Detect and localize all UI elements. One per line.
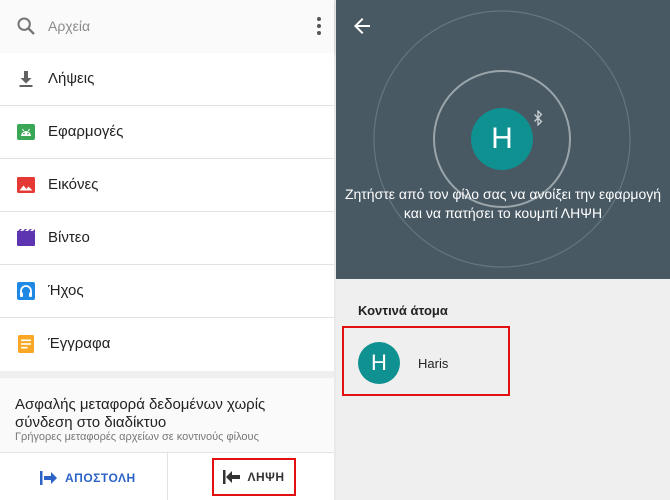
- nearby-people-title: Κοντινά άτομα: [358, 303, 448, 318]
- search-placeholder[interactable]: Αρχεία: [48, 18, 90, 34]
- document-icon: [18, 335, 34, 353]
- receive-button[interactable]: ΛΗΨΗ: [212, 458, 296, 496]
- bluetooth-icon: [534, 110, 543, 126]
- back-arrow-icon[interactable]: [352, 16, 372, 36]
- category-list: Λήψεις Εφαρμογές Εικόνες Βίντεο Ήχος Έγγ…: [0, 53, 334, 371]
- send-label: ΑΠΟΣΤΟΛΗ: [65, 471, 136, 485]
- send-button[interactable]: ΑΠΟΣΤΟΛΗ: [40, 469, 136, 487]
- category-label: Εικόνες: [48, 176, 99, 193]
- category-label: Εφαρμογές: [48, 123, 124, 140]
- send-arrow-icon: [40, 471, 57, 485]
- divider: [167, 453, 168, 500]
- headphones-icon: [17, 282, 35, 300]
- receive-instructions: Ζητήστε από τον φίλο σας να ανοίξει την …: [344, 186, 662, 221]
- category-video[interactable]: Βίντεο: [0, 212, 334, 265]
- nearby-person-item[interactable]: H Haris: [342, 326, 510, 396]
- category-apps[interactable]: Εφαρμογές: [0, 106, 334, 159]
- category-label: Έγγραφα: [48, 335, 111, 352]
- category-images[interactable]: Εικόνες: [0, 159, 334, 212]
- search-bar[interactable]: Αρχεία: [0, 0, 334, 53]
- category-downloads[interactable]: Λήψεις: [0, 53, 334, 106]
- more-vert-icon[interactable]: [316, 16, 322, 36]
- receive-arrow-icon: [223, 470, 241, 484]
- category-audio[interactable]: Ήχος: [0, 265, 334, 318]
- files-panel: Αρχεία Λήψεις Εφαρμογές Εικόνες Βίντεο Ή…: [0, 0, 334, 500]
- offline-share-card: Ασφαλής μεταφορά δεδομένων χωρίς σύνδεση…: [0, 378, 334, 452]
- image-icon: [17, 177, 35, 193]
- android-icon: [17, 124, 35, 140]
- category-label: Λήψεις: [48, 70, 95, 87]
- receive-label: ΛΗΨΗ: [247, 470, 285, 484]
- receive-panel: H Ζητήστε από τον φίλο σας να ανοίξει τη…: [336, 0, 670, 500]
- my-avatar: H: [471, 108, 533, 170]
- promo-subtitle: Γρήγορες μεταφορές αρχείων σε κοντινούς …: [15, 431, 259, 443]
- promo-title: Ασφαλής μεταφορά δεδομένων χωρίς σύνδεση…: [15, 396, 266, 431]
- person-avatar: H: [358, 342, 400, 384]
- video-icon: [17, 229, 35, 246]
- share-actions: ΑΠΟΣΤΟΛΗ ΛΗΨΗ: [0, 452, 334, 500]
- download-icon: [19, 71, 33, 87]
- receive-header: H Ζητήστε από τον φίλο σας να ανοίξει τη…: [336, 0, 670, 279]
- category-documents[interactable]: Έγγραφα: [0, 318, 334, 371]
- category-label: Ήχος: [48, 282, 84, 299]
- person-name: Haris: [418, 356, 449, 371]
- category-label: Βίντεο: [48, 229, 90, 246]
- search-icon: [17, 17, 35, 35]
